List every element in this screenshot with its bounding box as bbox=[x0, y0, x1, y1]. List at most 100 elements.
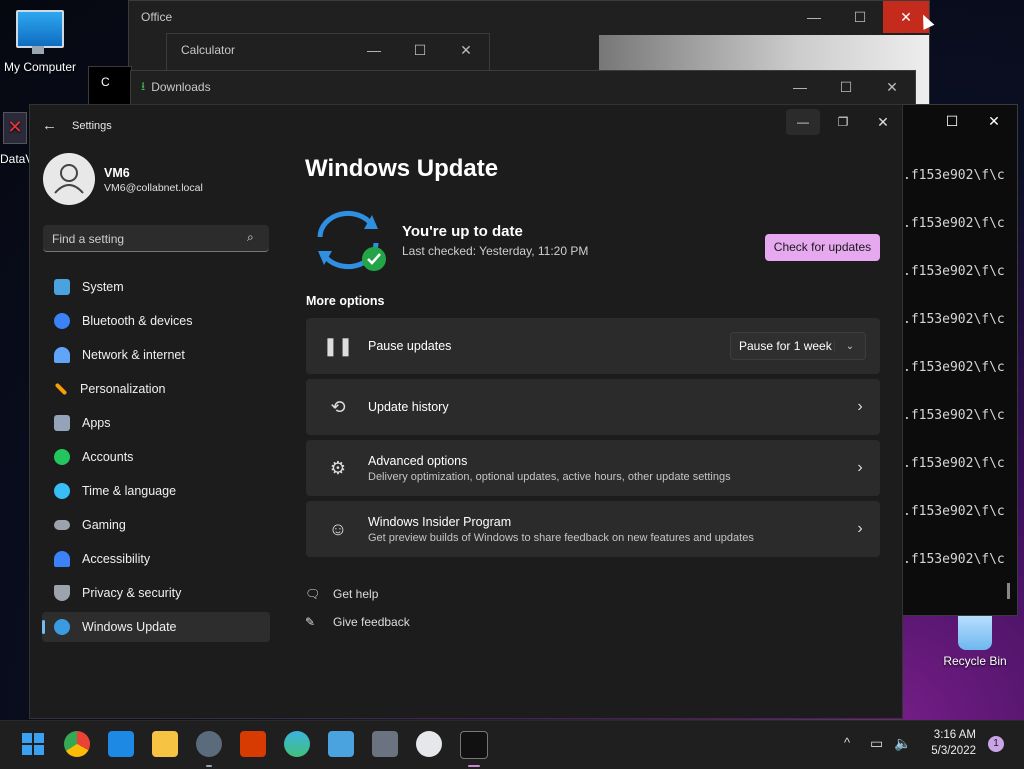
sidebar-item-bluetooth[interactable]: Bluetooth & devices bbox=[42, 306, 270, 336]
network-icon[interactable]: ▭ bbox=[870, 735, 883, 752]
chevron-up-icon[interactable]: ^ bbox=[844, 735, 850, 750]
sidebar-item-label: Privacy & security bbox=[82, 586, 182, 600]
avatar[interactable] bbox=[43, 153, 95, 205]
accessibility-icon bbox=[54, 551, 70, 567]
sidebar-item-privacy-security[interactable]: Privacy & security bbox=[42, 578, 270, 608]
shortcut-icon: ✕ bbox=[3, 112, 27, 144]
maximize-button[interactable]: ☐ bbox=[823, 71, 869, 103]
close-button[interactable]: ✕ bbox=[971, 105, 1017, 137]
close-button[interactable]: ✕ bbox=[866, 109, 900, 135]
running-indicator bbox=[206, 765, 212, 767]
sidebar-item-accessibility[interactable]: Accessibility bbox=[42, 544, 270, 574]
settings-titlebar[interactable]: ← Settings — ❐ ✕ bbox=[30, 105, 902, 147]
search-box[interactable]: Find a setting ⌕ bbox=[43, 225, 269, 252]
card-title: Windows Insider Program bbox=[368, 514, 512, 529]
console-line: .f153e902\f\c bbox=[903, 264, 1005, 279]
sidebar-item-label: Gaming bbox=[82, 518, 126, 532]
sidebar-item-label: Time & language bbox=[82, 484, 177, 498]
shield-icon bbox=[54, 585, 70, 601]
maximize-button[interactable]: ☐ bbox=[397, 34, 443, 66]
volume-icon[interactable]: 🔈 bbox=[894, 735, 911, 752]
sidebar-item-time-language[interactable]: Time & language bbox=[42, 476, 270, 506]
pause-duration-select[interactable]: Pause for 1 week ⌄ bbox=[730, 332, 866, 360]
clock[interactable]: 3:16 AM 5/3/2022 bbox=[928, 729, 976, 757]
user-name: VM6 bbox=[104, 166, 130, 180]
sidebar-item-personalization[interactable]: Personalization bbox=[42, 374, 270, 404]
sidebar-item-gaming[interactable]: Gaming bbox=[42, 510, 270, 540]
update-icon bbox=[54, 619, 70, 635]
file-explorer-icon[interactable] bbox=[152, 731, 178, 757]
check-for-updates-button[interactable]: Check for updates bbox=[765, 234, 880, 261]
console-line: .f153e902\f\c bbox=[903, 456, 1005, 471]
sidebar-item-windows-update[interactable]: Windows Update bbox=[42, 612, 270, 642]
give-feedback-link[interactable]: ✎ Give feedback bbox=[305, 615, 410, 629]
chevron-right-icon: › bbox=[857, 459, 863, 476]
notification-badge[interactable]: 1 bbox=[988, 736, 1004, 752]
sidebar-item-network[interactable]: Network & internet bbox=[42, 340, 270, 370]
close-button[interactable]: ✕ bbox=[443, 34, 489, 66]
sidebar-item-label: Accounts bbox=[82, 450, 134, 464]
download-icon: ⭳ bbox=[141, 78, 146, 93]
terminal-icon[interactable] bbox=[460, 731, 488, 759]
pause-updates-card[interactable]: ❚❚ Pause updates Pause for 1 week ⌄ bbox=[306, 318, 880, 374]
account-icon bbox=[54, 449, 70, 465]
active-indicator bbox=[468, 765, 480, 767]
maximize-button[interactable]: ☐ bbox=[933, 105, 971, 137]
start-button[interactable] bbox=[20, 731, 46, 757]
apps-icon bbox=[54, 415, 70, 431]
notepad-icon[interactable] bbox=[328, 731, 354, 757]
back-arrow-icon[interactable]: ← bbox=[42, 117, 57, 134]
taskbar: ^ ▭ 🔈 3:16 AM 5/3/2022 1 bbox=[0, 720, 1024, 769]
desktop-icon-label: DataV bbox=[0, 152, 30, 166]
update-history-card[interactable]: ⟲ Update history › bbox=[306, 379, 880, 435]
last-checked-text: Last checked: Yesterday, 11:20 PM bbox=[402, 244, 589, 258]
get-help-link[interactable]: 🗨 Get help bbox=[305, 587, 378, 601]
history-icon: ⟲ bbox=[330, 396, 346, 417]
desktop-icon-label: My Computer bbox=[3, 60, 77, 74]
console-line: .f153e902\f\c bbox=[903, 312, 1005, 327]
user-email: VM6@collabnet.local bbox=[104, 182, 203, 194]
insider-program-card[interactable]: ☺ Windows Insider Program Get preview bu… bbox=[306, 501, 880, 557]
settings-window[interactable]: ← Settings — ❐ ✕ VM6 VM6@collabnet.local… bbox=[29, 104, 903, 719]
calculator-icon[interactable] bbox=[372, 731, 398, 757]
insider-cat-icon: ☺ bbox=[328, 518, 348, 539]
settings-gear-icon[interactable] bbox=[196, 731, 222, 757]
advanced-options-card[interactable]: ⚙ Advanced options Delivery optimization… bbox=[306, 440, 880, 496]
maximize-button[interactable]: ☐ bbox=[837, 1, 883, 33]
sidebar-item-accounts[interactable]: Accounts bbox=[42, 442, 270, 472]
partial-window[interactable]: C bbox=[88, 66, 132, 106]
desktop-icon-my-computer[interactable]: My Computer bbox=[0, 10, 80, 74]
chevron-down-icon: ⌄ bbox=[834, 340, 865, 352]
minimize-button[interactable]: — bbox=[351, 34, 397, 66]
calculator-window[interactable]: Calculator — ☐ ✕ bbox=[166, 33, 490, 71]
desktop-icon-recycle-bin[interactable]: Recycle Bin bbox=[940, 612, 1010, 668]
console-line: .f153e902\f\c bbox=[903, 216, 1005, 231]
desktop-icon-datav[interactable]: ✕ DataV bbox=[0, 112, 30, 166]
clock-app-icon[interactable] bbox=[416, 731, 442, 757]
sidebar-item-apps[interactable]: Apps bbox=[42, 408, 270, 438]
minimize-button[interactable]: — bbox=[786, 109, 820, 135]
computer-icon bbox=[16, 10, 64, 54]
console-line: .f153e902\f\c bbox=[903, 504, 1005, 519]
window-title: Downloads bbox=[151, 80, 211, 94]
downloads-window[interactable]: ⭳ Downloads — ☐ ✕ bbox=[130, 70, 916, 108]
chevron-right-icon: › bbox=[857, 398, 863, 415]
chrome-icon[interactable] bbox=[64, 731, 90, 757]
globe-app-icon[interactable] bbox=[284, 731, 310, 757]
minimize-button[interactable]: — bbox=[791, 1, 837, 33]
search-icon: ⌕ bbox=[247, 230, 254, 244]
feedback-icon: ✎ bbox=[305, 615, 316, 629]
restore-button[interactable]: ❐ bbox=[826, 109, 860, 135]
sync-status-icon bbox=[317, 210, 386, 271]
close-button[interactable]: ✕ bbox=[869, 71, 915, 103]
system-icon bbox=[54, 279, 70, 295]
office-icon[interactable] bbox=[240, 731, 266, 757]
search-placeholder: Find a setting bbox=[52, 232, 125, 246]
gamepad-icon bbox=[54, 520, 70, 530]
calendar-icon[interactable] bbox=[108, 731, 134, 757]
scrollbar-thumb[interactable] bbox=[1007, 583, 1010, 599]
app-title: Settings bbox=[72, 120, 112, 132]
minimize-button[interactable]: — bbox=[777, 71, 823, 103]
sidebar-item-system[interactable]: System bbox=[42, 272, 270, 302]
windows-logo-icon bbox=[22, 733, 44, 755]
